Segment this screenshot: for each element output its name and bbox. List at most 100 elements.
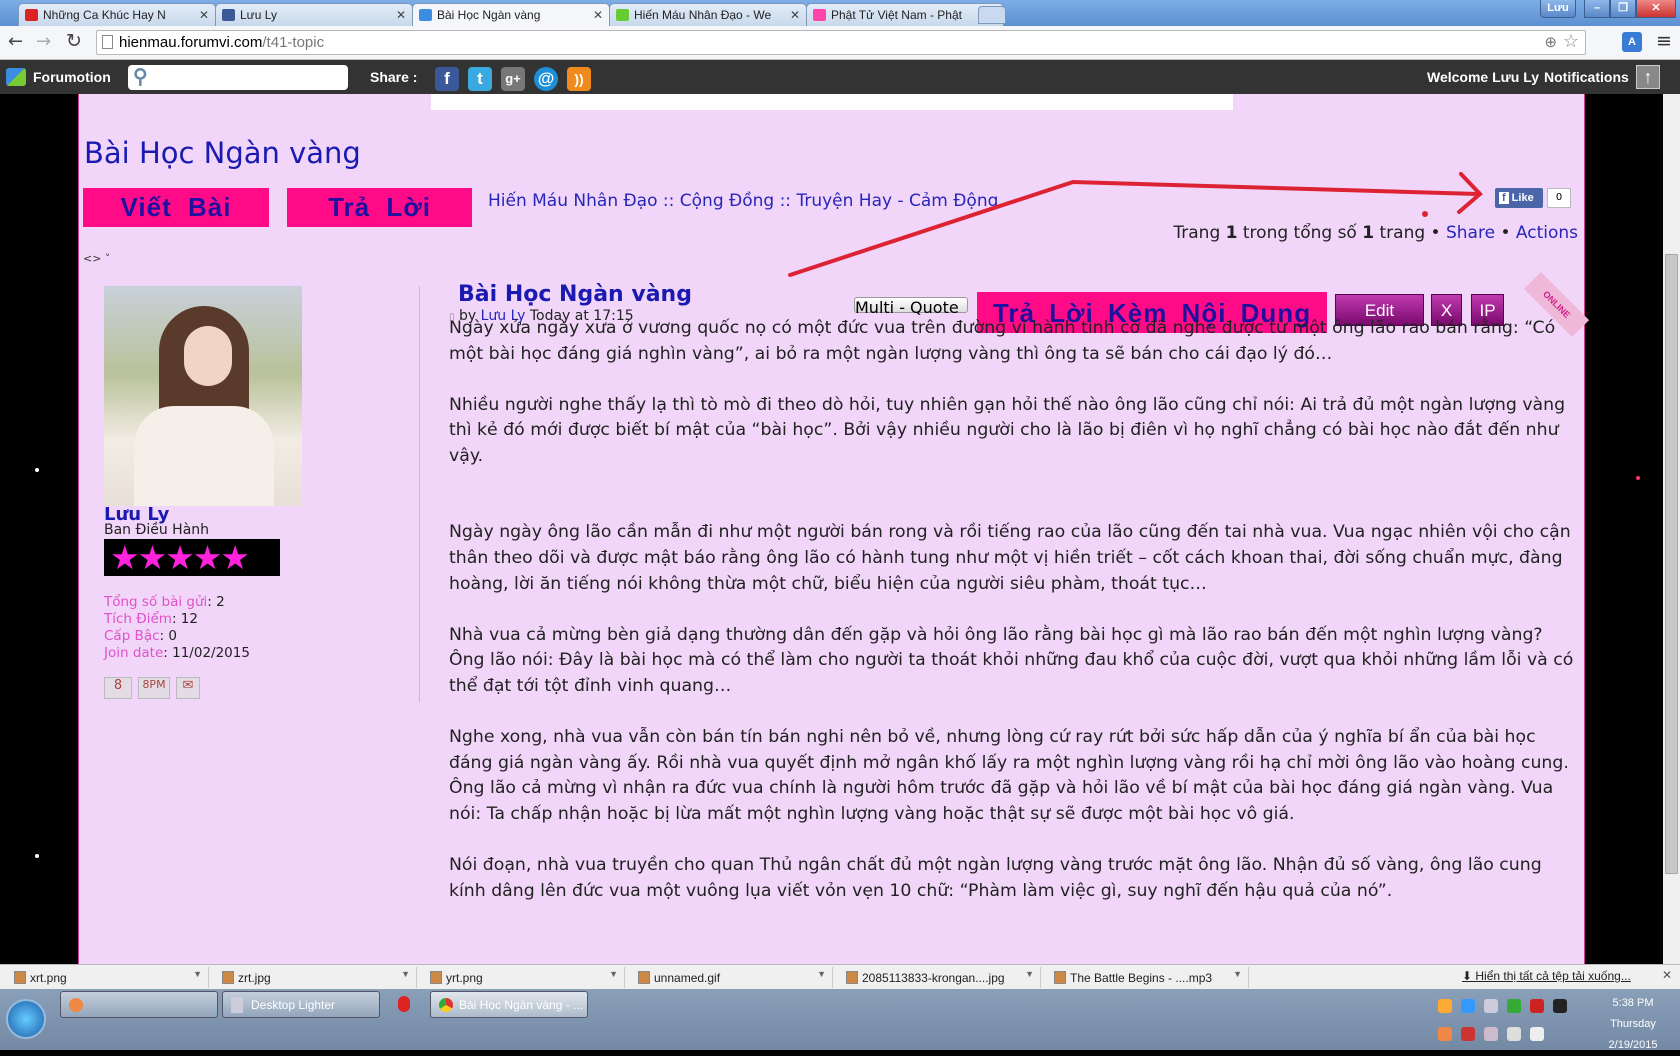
url-host: hienmau.forumvi.com [119,34,263,51]
google-plus-icon[interactable]: g+ [501,67,525,91]
maximize-button[interactable]: ❐ [1610,0,1636,18]
forumotion-logo-icon [6,68,26,86]
profile-button[interactable]: Lưu [1540,0,1576,18]
dropdown-icon[interactable]: ▼ [817,969,826,979]
arrow-line [788,179,1480,277]
close-tab-icon[interactable]: ✕ [790,8,800,22]
private-message-icon[interactable]: 8PM [138,677,170,699]
url-path: /t41-topic [262,34,325,51]
download-item[interactable]: unnamed.gif ▼ [628,967,833,988]
download-item[interactable]: yrt.png ▼ [420,967,625,988]
url-input[interactable]: hienmau.forumvi.com/t41-topic ⊕ ☆ [96,30,1586,55]
tray-icon[interactable] [1461,1027,1475,1041]
dropdown-icon[interactable]: ▼ [1233,969,1242,979]
close-tab-icon[interactable]: ✕ [593,8,603,22]
rss-icon[interactable]: )) [567,67,591,91]
chat-bubble-icon [616,9,629,21]
facebook-icon[interactable]: f [435,67,459,91]
email-icon[interactable]: ✉ [176,677,200,699]
browser-tab[interactable]: Những Ca Khúc Hay N ✕ [18,3,216,26]
post-paragraph: Nghe xong, nhà vua vẫn còn bán tín bán n… [449,727,1569,824]
scroll-top-icon[interactable]: ↑ [1636,65,1660,89]
download-item[interactable]: 2085113833-krongan....jpg ▼ [836,967,1041,988]
tray-icon[interactable] [1530,999,1544,1013]
file-icon [846,971,858,984]
forumotion-toolbar: Forumotion ⚲ Share : f t g+ @ )) Welcome… [0,60,1680,94]
browser-tab[interactable]: Bài Học Ngàn vàng ✕ [412,3,610,27]
minimize-button[interactable]: – [1584,0,1610,18]
zoom-icon[interactable]: ⊕ [1544,33,1557,51]
facebook-icon [222,9,235,21]
file-icon [430,971,442,984]
annotation-arrow [788,172,1483,277]
taskbar-item[interactable] [60,991,218,1018]
author-stat: Join date: 11/02/2015 [104,645,250,661]
taskbar-item[interactable]: Desktop Lighter [222,991,380,1018]
opera-icon[interactable] [398,996,410,1012]
close-tab-icon[interactable]: ✕ [396,8,406,22]
file-icon [14,971,26,984]
twitter-icon[interactable]: t [468,67,492,91]
tab-title: Hiến Máu Nhân Đạo - We [634,8,772,22]
dropdown-icon[interactable]: ▼ [193,969,202,979]
translate-icon[interactable]: A [1622,32,1642,52]
star-decoration [35,468,39,472]
windows-taskbar: Desktop Lighter Bài Học Ngàn vàng - ... … [0,989,1680,1051]
search-input[interactable]: ⚲ [128,65,348,90]
reload-icon[interactable]: ↻ [66,30,82,52]
tray-icon[interactable] [1438,999,1452,1013]
clock[interactable]: 5:38 PM Thursday 2/19/2015 [1590,993,1676,1056]
tray-icon[interactable] [1484,1027,1498,1041]
dropdown-icon[interactable]: ▼ [609,969,618,979]
forum-chat-icon [419,9,432,21]
profile-icon[interactable]: 8 [104,677,132,699]
author-stats: Tổng số bài gửi: 2 Tích Điểm: 12 Cấp Bậc: … [104,594,250,662]
chrome-icon [439,998,453,1012]
file-icon [222,971,234,984]
close-tab-icon[interactable]: ✕ [199,8,209,22]
download-item[interactable]: The Battle Begins - ....mp3 ▼ [1044,967,1249,988]
dropdown-icon[interactable]: ▼ [401,969,410,979]
browser-tab[interactable]: Phật Tử Việt Nam - Phật✕ [806,3,1004,26]
start-button[interactable] [6,999,46,1039]
volume-icon[interactable] [1530,1027,1544,1041]
post-body: Ngày xửa ngày xưa ở vương quốc nọ có một… [449,316,1574,930]
ie-icon[interactable] [1461,999,1475,1013]
menu-icon[interactable]: ≡ [1656,30,1672,52]
download-item[interactable]: xrt.png ▼ [4,967,209,988]
browser-tab[interactable]: Hiến Máu Nhân Đạo - We ✕ [609,3,807,26]
address-toolbar: ← → ↻ hienmau.forumvi.com/t41-topic ⊕ ☆ … [0,26,1680,60]
scrollbar[interactable] [1663,94,1680,964]
network-icon[interactable] [1507,1027,1521,1041]
forumotion-logo[interactable]: Forumotion [33,69,111,85]
forum-page: Bài Học Ngàn vàng Viết Bài Trả Lời Hiến … [78,94,1590,964]
show-all-downloads-link[interactable]: ⬇ Hiển thị tất cả tệp tải xuống... [1462,969,1631,983]
tray-icon[interactable] [1438,1027,1452,1041]
post-paragraph: Nói đoạn, nhà vua truyền cho quan Thủ ng… [449,854,1542,901]
close-window-button[interactable]: ✕ [1636,0,1676,18]
bookmark-star-icon[interactable]: ☆ [1563,31,1579,52]
close-downloads-icon[interactable]: ✕ [1662,968,1672,982]
email-icon[interactable]: @ [534,67,558,91]
app-icon [69,998,83,1012]
new-tab-button[interactable] [978,6,1006,24]
download-item[interactable]: zrt.jpg ▼ [212,967,417,988]
welcome-user-link[interactable]: Welcome Lưu Ly [1427,69,1539,85]
annotation-dot [1422,211,1428,217]
forward-icon[interactable]: → [36,31,51,52]
browser-tab[interactable]: Lưu Ly ✕ [215,3,413,26]
nvidia-icon[interactable] [1507,999,1521,1013]
tab-title: Lưu Ly [240,8,277,22]
tab-title: Phật Tử Việt Nam - Phật [831,8,962,22]
notifications-link[interactable]: Notifications [1544,69,1629,85]
taskbar-item-active[interactable]: Bài Học Ngàn vàng - ... [430,991,588,1018]
author-contact-icons: 8 8PM ✉ [104,677,200,699]
tray-icon[interactable] [1553,999,1567,1013]
back-icon[interactable]: ← [8,31,23,52]
author-stat: Tích Điểm: 12 [104,611,198,627]
system-tray [1438,999,1567,1013]
tray-icon[interactable] [1484,999,1498,1013]
scrollbar-thumb[interactable] [1665,254,1678,874]
dropdown-icon[interactable]: ▼ [1025,969,1034,979]
post-paragraph: Nhà vua cả mừng bèn giả dạng thường dân … [449,624,1574,696]
